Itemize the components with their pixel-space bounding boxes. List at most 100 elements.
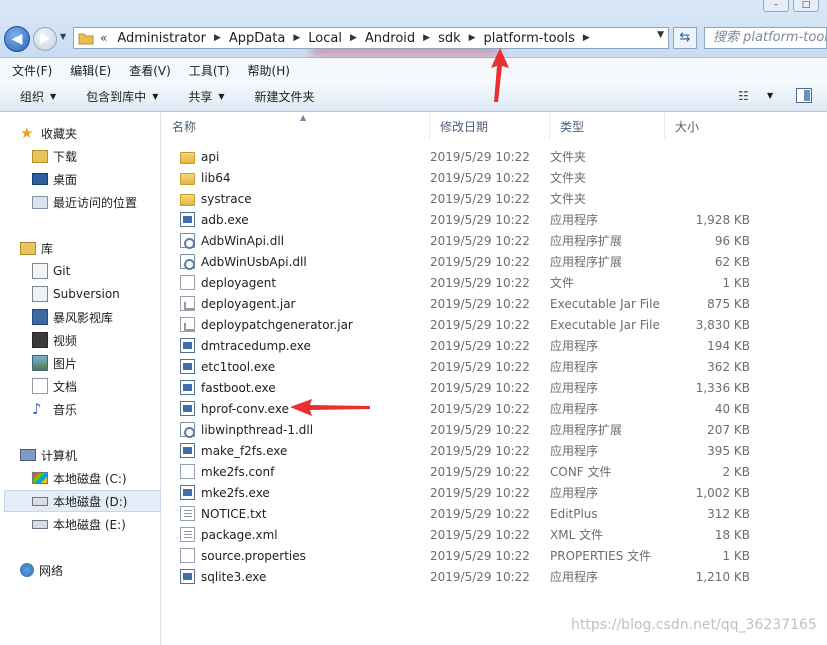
organize-button[interactable]: 组织 ▼ xyxy=(10,88,66,105)
file-row[interactable]: mke2fs.conf 2019/5/29 10:22 CONF 文件 2 KB xyxy=(162,461,827,482)
column-header-type[interactable]: 类型 xyxy=(550,113,665,139)
exe-icon xyxy=(180,212,195,227)
star-icon: ★ xyxy=(20,124,34,142)
breadcrumb-item[interactable]: Local xyxy=(308,31,342,46)
column-type-label: 类型 xyxy=(560,119,585,134)
share-button[interactable]: 共享 ▼ xyxy=(178,88,234,105)
breadcrumb-item[interactable]: Administrator xyxy=(117,31,206,46)
nav-git[interactable]: Git xyxy=(32,260,70,282)
column-header-date[interactable]: 修改日期 xyxy=(430,113,550,139)
nav-drive-d[interactable]: 本地磁盘 (D:) xyxy=(4,490,161,512)
menu-view[interactable]: 查看(V) xyxy=(123,62,177,79)
file-date: 2019/5/29 10:22 xyxy=(430,443,530,458)
file-name: NOTICE.txt xyxy=(201,506,267,521)
back-button[interactable]: ◀ xyxy=(4,26,30,52)
nav-drive-e[interactable]: 本地磁盘 (E:) xyxy=(32,513,126,535)
file-row[interactable]: fastboot.exe 2019/5/29 10:22 应用程序 1,336 KB xyxy=(162,377,827,398)
menu-help[interactable]: 帮助(H) xyxy=(242,62,296,79)
file-date: 2019/5/29 10:22 xyxy=(430,485,530,500)
breadcrumb-overflow[interactable]: « xyxy=(100,31,107,45)
preview-pane-button[interactable] xyxy=(796,88,812,103)
dll-icon xyxy=(180,233,195,249)
folder-icon xyxy=(180,172,195,185)
file-name: api xyxy=(201,149,220,164)
file-name-cell: adb.exe xyxy=(162,212,430,227)
refresh-button[interactable]: ⇆ xyxy=(673,27,697,49)
view-options-icon[interactable]: ☷ xyxy=(738,89,749,103)
file-size: 395 KB xyxy=(707,443,750,458)
file-row[interactable]: sqlite3.exe 2019/5/29 10:22 应用程序 1,210 KB xyxy=(162,566,827,587)
file-name-cell: deployagent.jar xyxy=(162,296,430,311)
chevron-right-icon[interactable]: ▶ xyxy=(214,33,221,43)
chevron-right-icon[interactable]: ▶ xyxy=(350,33,357,43)
file-row[interactable]: AdbWinUsbApi.dll 2019/5/29 10:22 应用程序扩展 62 … xyxy=(162,251,827,272)
nav-network[interactable]: 网络 xyxy=(20,559,63,581)
file-size: 2 KB xyxy=(722,464,750,479)
sort-ascending-icon: ▲ xyxy=(300,113,307,122)
breadcrumb-item[interactable]: AppData xyxy=(229,31,285,46)
caret-down-icon[interactable]: ▼ xyxy=(767,91,773,100)
nav-documents[interactable]: 文档 xyxy=(32,375,77,397)
share-label: 共享 xyxy=(188,90,213,104)
file-row[interactable]: dmtracedump.exe 2019/5/29 10:22 应用程序 194 KB xyxy=(162,335,827,356)
breadcrumb-item[interactable]: Android xyxy=(365,31,415,46)
search-input[interactable]: 搜索 platform-tools xyxy=(704,27,827,49)
file-row[interactable]: systrace 2019/5/29 10:22 文件夹 xyxy=(162,188,827,209)
subversion-library-icon xyxy=(32,286,48,302)
nav-pictures[interactable]: 图片 xyxy=(32,352,77,374)
new-folder-button[interactable]: 新建文件夹 xyxy=(245,88,325,105)
file-row[interactable]: etc1tool.exe 2019/5/29 10:22 应用程序 362 KB xyxy=(162,356,827,377)
nav-recent[interactable]: 最近访问的位置 xyxy=(32,191,137,213)
address-dropdown-icon[interactable]: ▼ xyxy=(657,30,664,40)
nav-videos[interactable]: 视频 xyxy=(32,329,77,351)
file-row[interactable]: api 2019/5/29 10:22 文件夹 xyxy=(162,146,827,167)
nav-libraries[interactable]: 库 xyxy=(20,237,53,259)
file-row[interactable]: source.properties 2019/5/29 10:22 PROPERTI… xyxy=(162,545,827,566)
maximize-button[interactable]: □ xyxy=(793,0,819,12)
nav-desktop[interactable]: 桌面 xyxy=(32,168,77,190)
file-row[interactable]: deployagent.jar 2019/5/29 10:22 Executable… xyxy=(162,293,827,314)
file-row[interactable]: libwinpthread-1.dll 2019/5/29 10:22 应用程序扩展… xyxy=(162,419,827,440)
file-row[interactable]: NOTICE.txt 2019/5/29 10:22 EditPlus 312 KB xyxy=(162,503,827,524)
chevron-right-icon[interactable]: ▶ xyxy=(469,33,476,43)
nav-subversion[interactable]: Subversion xyxy=(32,283,120,305)
menu-tools[interactable]: 工具(T) xyxy=(183,62,236,79)
menu-file[interactable]: 文件(F) xyxy=(6,62,58,79)
nav-computer[interactable]: 计算机 xyxy=(20,444,77,466)
file-row[interactable]: make_f2fs.exe 2019/5/29 10:22 应用程序 395 KB xyxy=(162,440,827,461)
file-row[interactable]: adb.exe 2019/5/29 10:22 应用程序 1,928 KB xyxy=(162,209,827,230)
chevron-right-icon[interactable]: ▶ xyxy=(583,33,590,43)
file-row[interactable]: deployagent 2019/5/29 10:22 文件 1 KB xyxy=(162,272,827,293)
breadcrumb-item[interactable]: sdk xyxy=(438,31,461,46)
include-in-library-label: 包含到库中 xyxy=(86,90,147,104)
file-row[interactable]: hprof-conv.exe 2019/5/29 10:22 应用程序 40 KB xyxy=(162,398,827,419)
file-name: libwinpthread-1.dll xyxy=(201,422,314,437)
nav-favorites[interactable]: ★ 收藏夹 xyxy=(20,122,77,144)
file-row[interactable]: mke2fs.exe 2019/5/29 10:22 应用程序 1,002 KB xyxy=(162,482,827,503)
file-row[interactable]: package.xml 2019/5/29 10:22 XML 文件 18 KB xyxy=(162,524,827,545)
nav-baofeng[interactable]: 暴风影视库 xyxy=(32,306,113,328)
file-row[interactable]: deploypatchgenerator.jar 2019/5/29 10:22 E… xyxy=(162,314,827,335)
git-library-icon xyxy=(32,263,48,279)
forward-button[interactable]: ▶ xyxy=(33,27,57,51)
nav-drive-c[interactable]: 本地磁盘 (C:) xyxy=(32,467,127,489)
minimize-button[interactable]: – xyxy=(763,0,789,12)
breadcrumb-item[interactable]: platform-tools xyxy=(484,31,575,46)
column-header-size[interactable]: 大小 xyxy=(665,113,827,139)
chevron-right-icon[interactable]: ▶ xyxy=(423,33,430,43)
file-name: fastboot.exe xyxy=(201,380,276,395)
history-dropdown-icon[interactable]: ▼ xyxy=(60,32,70,44)
chevron-right-icon[interactable]: ▶ xyxy=(293,33,300,43)
file-date: 2019/5/29 10:22 xyxy=(430,569,530,584)
include-in-library-button[interactable]: 包含到库中 ▼ xyxy=(76,88,168,105)
file-row[interactable]: AdbWinApi.dll 2019/5/29 10:22 应用程序扩展 96 KB xyxy=(162,230,827,251)
arrow-right-icon: ▶ xyxy=(40,31,50,46)
txt-icon xyxy=(180,506,195,521)
menu-edit[interactable]: 编辑(E) xyxy=(64,62,117,79)
nav-downloads[interactable]: 下载 xyxy=(32,145,77,167)
file-row[interactable]: lib64 2019/5/29 10:22 文件夹 xyxy=(162,167,827,188)
address-bar[interactable]: « Administrator ▶ AppData ▶ Local ▶ Android… xyxy=(73,27,669,49)
nav-music[interactable]: ♪ 音乐 xyxy=(32,398,77,420)
file-type: 应用程序 xyxy=(550,486,599,500)
column-header-name[interactable]: 名称 xyxy=(162,113,430,139)
